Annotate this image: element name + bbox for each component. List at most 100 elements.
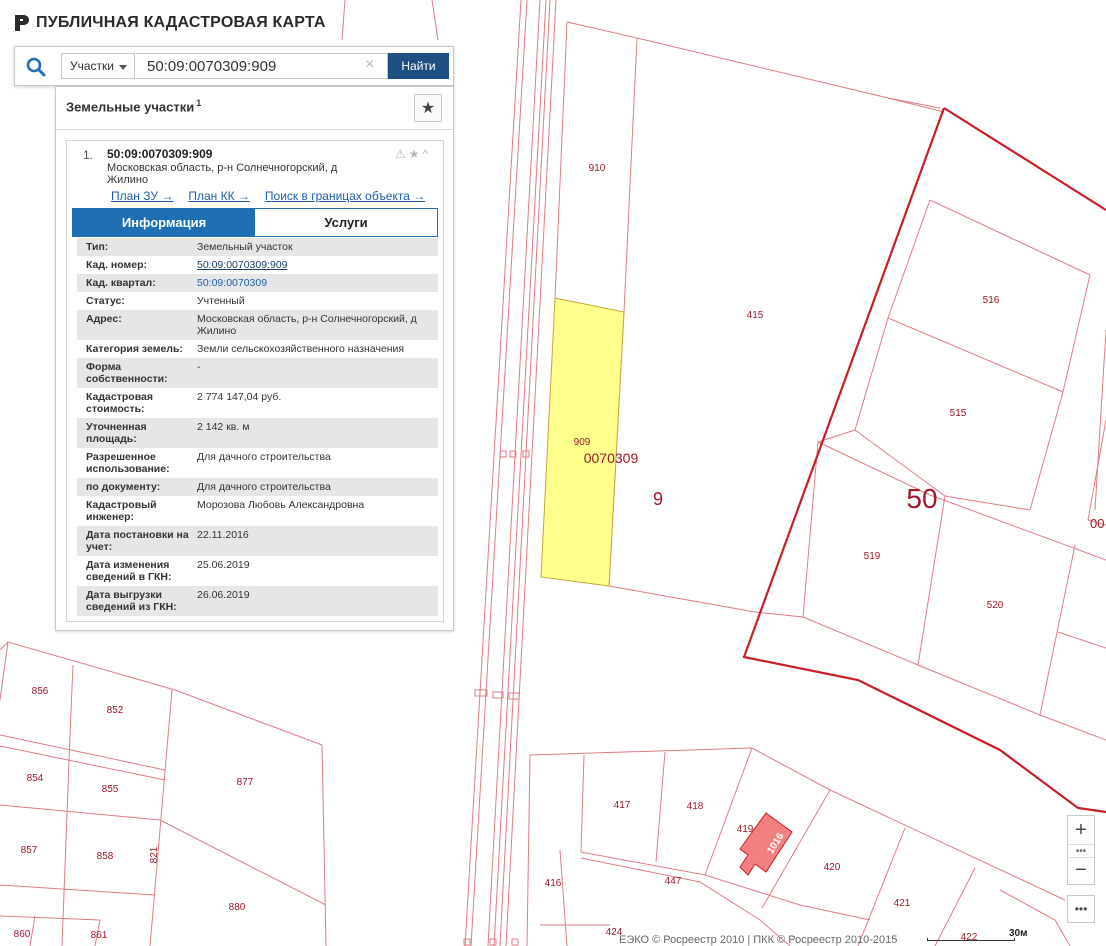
info-row: Кад. квартал: 50:09:0070309 [77, 274, 438, 292]
result-cadastral-number[interactable]: 50:09:0070309:909 [107, 147, 212, 161]
info-key: Дата постановки на учет: [86, 529, 189, 553]
info-value: Учтенный [197, 295, 245, 307]
info-value: 25.06.2019 [197, 559, 250, 571]
district-number-label: 50 [906, 483, 937, 514]
info-table: Тип: Земельный участок Кад. номер: 50:09:00… [77, 238, 438, 616]
info-row: Разрешенное использование: Для дачного ст… [77, 448, 438, 478]
parcel-label: 852 [107, 705, 124, 716]
quarter-number-label: 9 [653, 489, 663, 509]
info-row: Дата выгрузки сведений из ГКН: 26.06.2019 [77, 586, 438, 616]
result-index: 1. [83, 148, 94, 162]
info-value: Для дачного строительства [197, 451, 331, 463]
info-key: Кад. номер: [86, 259, 148, 271]
info-value: 2 142 кв. м [197, 421, 250, 433]
building-shape[interactable] [739, 812, 793, 876]
info-value: 22.11.2016 [197, 529, 249, 541]
tab-services[interactable]: Услуги [255, 209, 437, 236]
result-address: Московская область, р-н Солнечногорский,… [107, 162, 338, 186]
app-title: ПУБЛИЧНАЯ КАДАСТРОВАЯ КАРТА [36, 14, 326, 31]
parcel-label: 516 [983, 295, 1000, 306]
info-row: Дата изменения сведений в ГКН: 25.06.2019 [77, 556, 438, 586]
info-value: Московская область, р-н Солнечногорский,… [197, 313, 417, 337]
info-row: Форма собственности: - [77, 358, 438, 388]
parcel-label: 858 [97, 851, 114, 862]
scale-label: 30м [1009, 928, 1028, 939]
info-value: Земельный участок [197, 241, 293, 253]
star-icon[interactable]: ★ [409, 147, 420, 161]
result-actions: ⚠ ★ ^ [395, 147, 428, 161]
more-options-button[interactable]: ••• [1067, 895, 1095, 923]
info-key: Категория земель: [86, 343, 183, 355]
info-value: 2 774 147,04 руб. [197, 391, 282, 403]
parcel-label: 420 [824, 862, 841, 873]
search-type-select[interactable]: Участки [61, 53, 135, 79]
info-key: Дата изменения сведений в ГКН: [86, 559, 172, 583]
info-key: Кадастровый инженер: [86, 499, 157, 523]
search-in-bounds-link[interactable]: Поиск в границах объекта → [265, 189, 425, 203]
info-row: Кадастровый инженер: Морозова Любовь Алек… [77, 496, 438, 526]
quarter-label: 00 [1090, 516, 1104, 531]
plan-kk-link[interactable]: План КК → [188, 189, 250, 203]
info-key: Кад. квартал: [86, 277, 156, 289]
zoom-in-button[interactable]: + [1068, 816, 1094, 844]
parcel-label: 520 [987, 600, 1004, 611]
zoom-control: + ••• − [1067, 815, 1095, 885]
chevron-down-icon [119, 65, 127, 70]
parcel-label: 909 [574, 437, 591, 448]
parcel-label: 419 [737, 824, 754, 835]
info-key: Кадастровая стоимость: [86, 391, 153, 415]
info-key: Разрешенное использование: [86, 451, 170, 475]
info-value[interactable]: 50:09:0070309:909 [197, 256, 438, 274]
info-key: Уточненная площадь: [86, 421, 147, 445]
parcel-label: 418 [687, 801, 704, 812]
parcel-label: 515 [950, 408, 967, 419]
app-header: ПУБЛИЧНАЯ КАДАСТРОВАЯ КАРТА [14, 12, 326, 34]
warning-icon[interactable]: ⚠ [395, 147, 406, 161]
info-value: Для дачного строительства [197, 481, 331, 493]
results-count: 1 [196, 98, 202, 108]
search-icon[interactable] [23, 55, 49, 79]
clear-icon[interactable]: × [365, 55, 374, 75]
find-button[interactable]: Найти [388, 53, 449, 79]
results-header: Земельные участки 1 ★ [56, 87, 453, 130]
parcel-label: 855 [102, 784, 119, 795]
search-bar: Участки × Найти [14, 46, 454, 86]
plan-zu-link[interactable]: План ЗУ → [111, 189, 173, 203]
search-input[interactable] [136, 53, 388, 79]
results-title: Земельные участки 1 [66, 98, 202, 115]
results-panel: Земельные участки 1 ★ 1. 50:09:0070309:90… [55, 86, 454, 631]
parcel-label: 415 [747, 310, 764, 321]
chevron-up-icon[interactable]: ^ [423, 147, 429, 161]
parcel-label: 856 [32, 686, 49, 697]
quarter-label: 0070309 [584, 450, 639, 466]
info-key: Форма собственности: [86, 361, 168, 385]
info-key: Адрес: [86, 313, 122, 325]
parcel-label: 421 [894, 898, 911, 909]
info-row: Дата постановки на учет: 22.11.2016 [77, 526, 438, 556]
info-key: по документу: [86, 481, 161, 493]
info-value[interactable]: 50:09:0070309 [197, 274, 438, 292]
district-boundary [943, 107, 1106, 211]
tab-info[interactable]: Информация [73, 209, 255, 236]
parcel-label: 821 [149, 846, 160, 863]
info-row: Кадастровая стоимость: 2 774 147,04 руб. [77, 388, 438, 418]
favorites-button[interactable]: ★ [414, 94, 442, 122]
parcel-label: 877 [237, 777, 254, 788]
zoom-out-button[interactable]: − [1068, 856, 1094, 884]
parcel-label: 860 [14, 929, 31, 940]
parcel-label: 880 [229, 902, 246, 913]
parcel-label: 416 [545, 878, 562, 889]
info-value: Морозова Любовь Александровна [197, 499, 365, 511]
pkk-logo-icon[interactable] [14, 14, 30, 32]
info-value: - [197, 361, 201, 373]
result-tabs: Информация Услуги [72, 208, 438, 237]
parcel-label: 910 [589, 163, 606, 174]
info-value: 26.06.2019 [197, 589, 250, 601]
copyright-text: ЕЭКО © Росреестр 2010 | ПКК © Росреестр … [619, 934, 898, 946]
parcel-label: 854 [27, 773, 44, 784]
info-key: Дата выгрузки сведений из ГКН: [86, 589, 177, 613]
info-key: Статус: [86, 295, 125, 307]
parcel-label: 857 [21, 845, 38, 856]
scale-bar [927, 932, 1015, 942]
info-row: Адрес: Московская область, р-н Солнечного… [77, 310, 438, 340]
